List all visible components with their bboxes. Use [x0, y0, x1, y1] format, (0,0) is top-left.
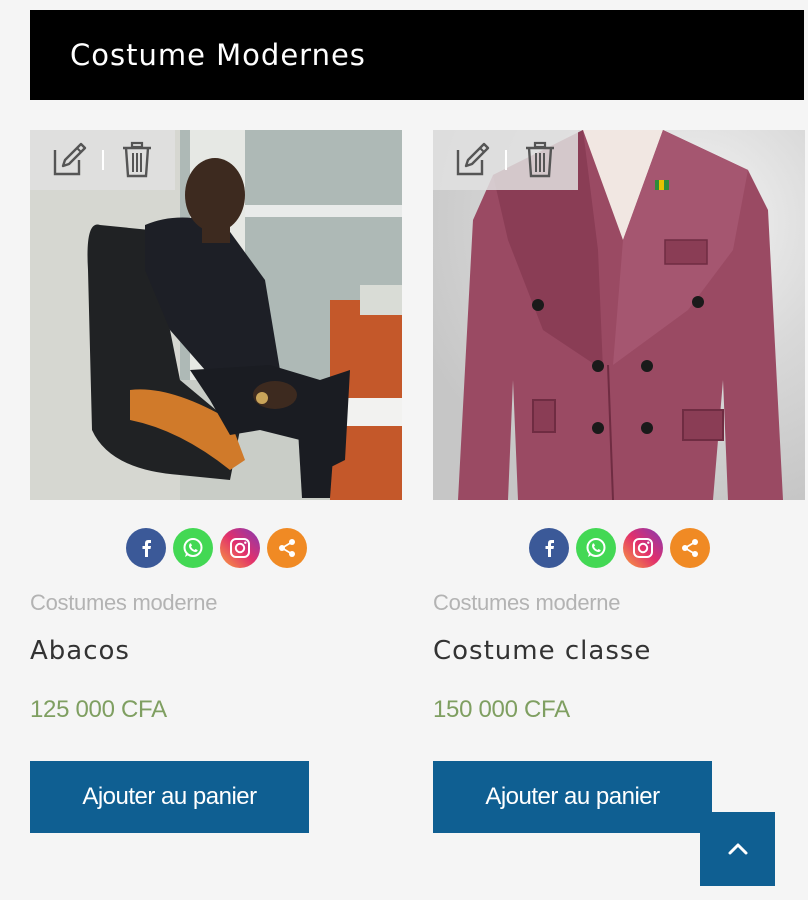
edit-icon[interactable] [451, 139, 493, 181]
instagram-icon[interactable] [622, 528, 663, 568]
admin-tools [433, 130, 578, 190]
product-card: Costumes moderne Costume classe 150 000 … [433, 130, 805, 833]
product-image[interactable] [30, 130, 402, 500]
instagram-icon[interactable] [219, 528, 260, 568]
product-name[interactable]: Abacos [30, 636, 130, 666]
whatsapp-icon[interactable] [575, 528, 616, 568]
product-name[interactable]: Costume classe [433, 636, 651, 666]
scroll-to-top-button[interactable] [700, 812, 775, 886]
share-icon[interactable] [266, 528, 307, 568]
trash-icon[interactable] [519, 139, 561, 181]
product-price: 125 000 CFA [30, 696, 167, 723]
chevron-up-icon [728, 843, 747, 855]
product-price: 150 000 CFA [433, 696, 570, 723]
product-category[interactable]: Costumes moderne [30, 590, 217, 616]
product-category[interactable]: Costumes moderne [433, 590, 620, 616]
whatsapp-icon[interactable] [172, 528, 213, 568]
edit-icon[interactable] [48, 139, 90, 181]
share-icon[interactable] [669, 528, 710, 568]
tool-separator [102, 150, 104, 170]
product-image[interactable] [433, 130, 805, 500]
section-header: Costume Modernes [30, 10, 804, 100]
facebook-icon[interactable] [125, 528, 166, 568]
add-to-cart-button[interactable]: Ajouter au panier [30, 761, 309, 833]
add-to-cart-button[interactable]: Ajouter au panier [433, 761, 712, 833]
share-buttons [30, 528, 402, 568]
product-card: Costumes moderne Abacos 125 000 CFA Ajou… [30, 130, 402, 833]
section-title: Costume Modernes [70, 38, 366, 72]
admin-tools [30, 130, 175, 190]
facebook-icon[interactable] [528, 528, 569, 568]
tool-separator [505, 150, 507, 170]
share-buttons [433, 528, 805, 568]
trash-icon[interactable] [116, 139, 158, 181]
